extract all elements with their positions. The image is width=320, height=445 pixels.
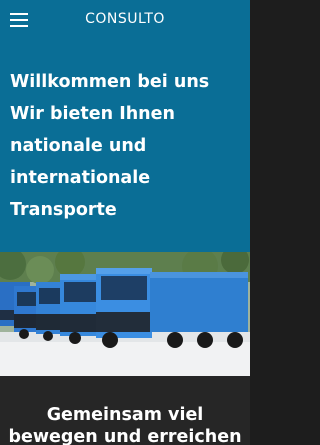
- header: CONSULTO Willkommen bei uns Wir bieten I…: [0, 0, 250, 252]
- top-bar: CONSULTO: [0, 0, 250, 40]
- hero-line: internationale: [10, 168, 151, 188]
- section-title: Gemeinsam viel bewegen und erreichen: [0, 404, 250, 445]
- slogan-section: Gemeinsam viel bewegen und erreichen: [0, 376, 250, 445]
- hero-title: Willkommen bei uns Wir bieten Ihnen nati…: [10, 66, 246, 226]
- hero-line: nationale und: [10, 136, 147, 156]
- truck-fleet-image: [0, 252, 250, 376]
- hero-line: Transporte: [10, 200, 117, 220]
- hero-line: Wir bieten Ihnen: [10, 104, 175, 124]
- brand-logo-text[interactable]: CONSULTO: [0, 11, 250, 27]
- hero-line: Willkommen bei uns: [10, 72, 210, 92]
- section-line: Gemeinsam viel: [46, 405, 204, 425]
- section-line: bewegen und erreichen: [8, 427, 242, 445]
